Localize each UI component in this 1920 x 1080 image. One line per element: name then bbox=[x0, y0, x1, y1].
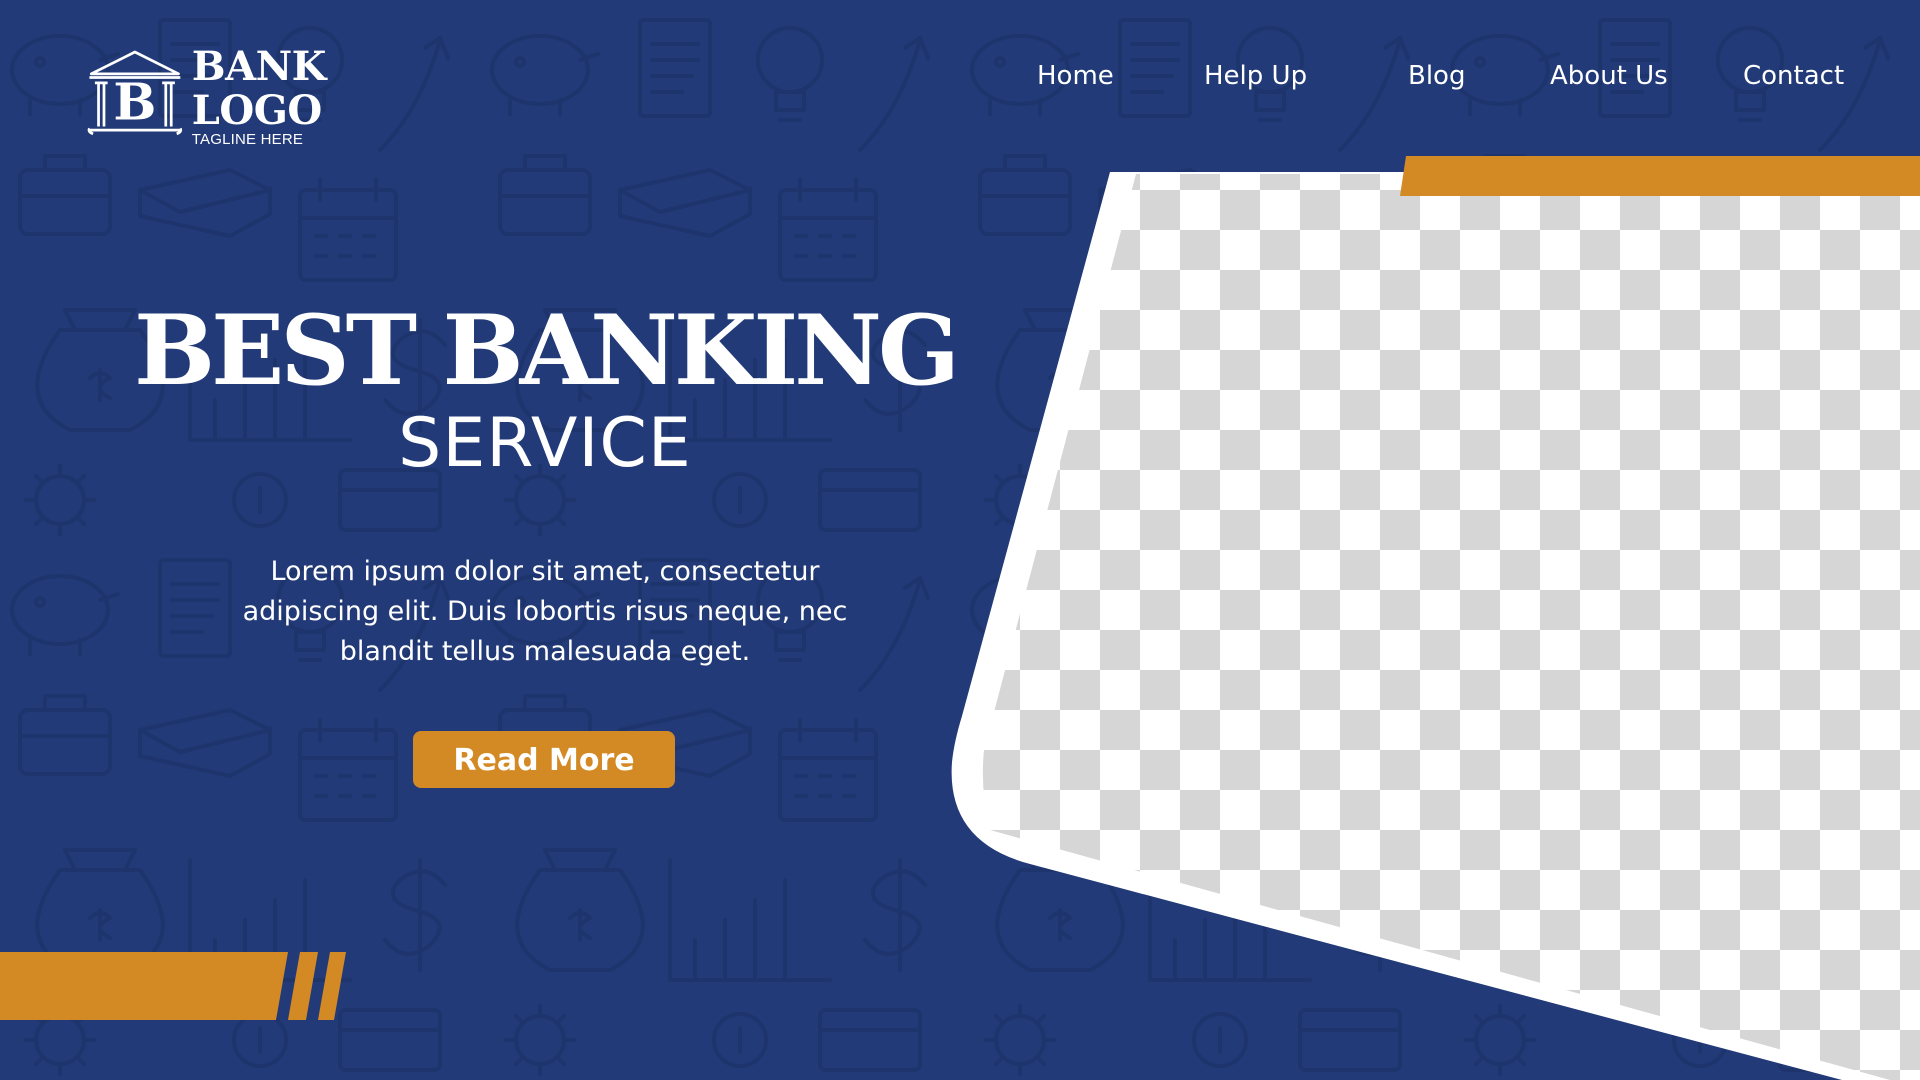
nav-home[interactable]: Home bbox=[1037, 58, 1114, 94]
nav-blog[interactable]: Blog bbox=[1408, 58, 1465, 94]
main-navigation: Home Help Up Blog About Us Contact bbox=[1000, 58, 1880, 98]
nav-help-up[interactable]: Help Up bbox=[1204, 58, 1307, 94]
hero-description-line: Lorem ipsum dolor sit amet, consectetur bbox=[270, 556, 820, 587]
logo-name: BANK LOGO bbox=[191, 42, 327, 134]
hero-subtitle: SERVICE bbox=[398, 404, 692, 483]
hero-description-line: adipiscing elit. Duis lobortis risus neq… bbox=[242, 596, 848, 627]
nav-about-us[interactable]: About Us bbox=[1550, 58, 1668, 94]
hero-image-placeholder bbox=[951, 156, 1920, 1080]
hero-description-line: blandit tellus malesuada eget. bbox=[339, 636, 751, 667]
accent-stripes bbox=[0, 952, 346, 1020]
logo-text: BANK LOGO TAGLINE HERE bbox=[191, 42, 444, 148]
hero-title: BEST BANKING bbox=[134, 294, 960, 407]
read-more-button[interactable]: Read More bbox=[413, 731, 675, 788]
hero-description: Lorem ipsum dolor sit amet, consectetur … bbox=[230, 552, 860, 672]
bank-logo[interactable]: B BANK LOGO TAGLINE HERE bbox=[84, 42, 444, 148]
nav-contact[interactable]: Contact bbox=[1743, 58, 1844, 94]
logo-monogram: B bbox=[113, 71, 156, 131]
bank-building-icon: B bbox=[87, 50, 183, 136]
